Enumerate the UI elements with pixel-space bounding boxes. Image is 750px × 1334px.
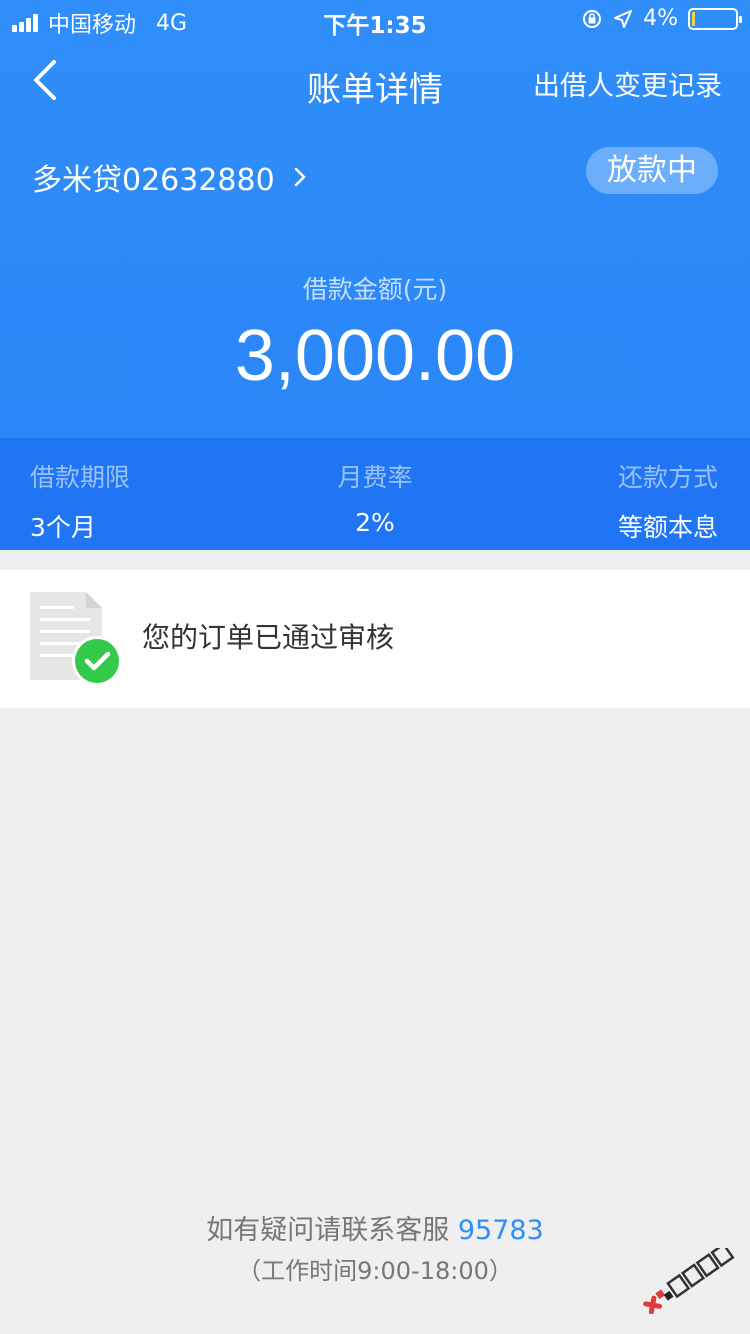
watermark-logo: [643, 1248, 735, 1314]
status-bar: 中国移动 4G 下午1:35 4%: [0, 0, 750, 40]
service-phone-link[interactable]: 95783: [458, 1215, 544, 1246]
term-value: 等额本息: [617, 513, 718, 542]
status-right: 4%: [581, 6, 742, 31]
term-label: 还款方式: [617, 463, 718, 492]
loan-id-link[interactable]: 多米贷02632880: [32, 155, 307, 199]
contact-line: 如有疑问请联系客服 95783: [0, 1208, 750, 1247]
battery-percent: 4%: [643, 6, 678, 31]
loan-id: 多米贷02632880: [32, 163, 275, 198]
location-icon: [614, 9, 633, 28]
bill-header: 中国移动 4G 下午1:35 4% 账单详情 出借人变更记录 多米贷026328…: [0, 0, 750, 438]
chevron-right-icon: [294, 167, 305, 187]
loan-amount: 3,000.00: [234, 316, 516, 396]
lender-change-record-link[interactable]: 出借人变更记录: [533, 64, 722, 103]
term-repayment-method: 还款方式 等额本息: [618, 458, 718, 544]
loan-terms: 借款期限 3个月 月费率 2% 还款方式 等额本息: [0, 438, 750, 550]
rotation-lock-icon: [583, 9, 602, 28]
approved-document-icon: [30, 592, 122, 686]
contact-text: 如有疑问请联系客服: [206, 1215, 450, 1246]
review-status-card: 您的订单已通过审核: [0, 570, 750, 708]
review-status-text: 您的订单已通过审核: [142, 621, 395, 654]
nav-bar: 账单详情 出借人变更记录: [0, 48, 750, 118]
amount-label: 借款金额(元): [302, 275, 448, 304]
battery-icon: [688, 7, 742, 30]
loan-status-badge: 放款中: [586, 147, 718, 194]
